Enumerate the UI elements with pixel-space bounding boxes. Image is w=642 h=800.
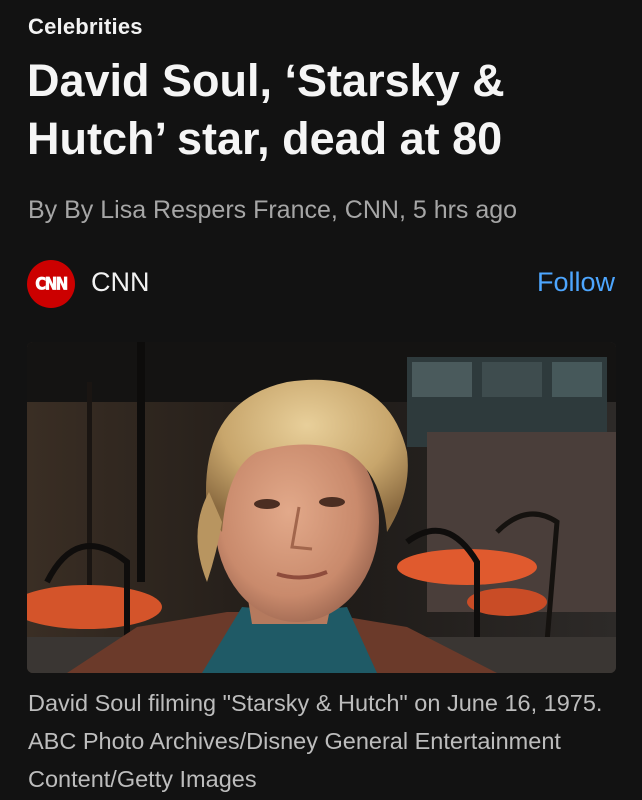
- image-caption: David Soul filming "Starsky & Hutch" on …: [28, 690, 603, 792]
- article-byline: By By Lisa Respers France, CNN, 5 hrs ag…: [28, 196, 518, 224]
- article-headline: David Soul, ‘Starsky & Hutch’ star, dead…: [27, 55, 505, 164]
- follow-button[interactable]: Follow: [537, 267, 615, 298]
- article-category[interactable]: Celebrities: [28, 14, 143, 40]
- logo-text: CNN: [35, 273, 69, 295]
- photo-illustration: [27, 342, 616, 673]
- cnn-logo-icon[interactable]: CNN: [27, 260, 75, 308]
- article-photo[interactable]: [27, 342, 616, 673]
- source-row: CNN CNN Follow: [27, 258, 617, 310]
- source-name[interactable]: CNN: [91, 267, 150, 298]
